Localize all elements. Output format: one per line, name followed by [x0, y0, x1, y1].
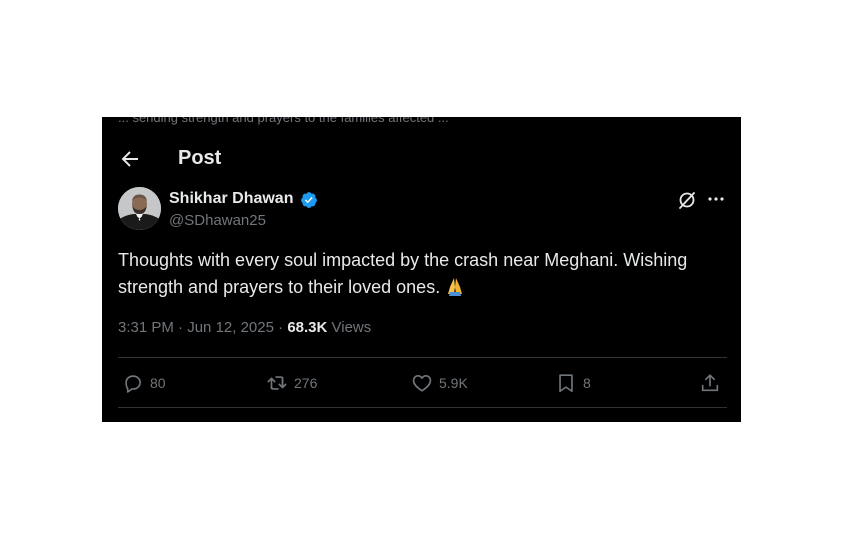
tweet-text: Thoughts with every soul impacted by the… [118, 247, 728, 301]
grok-icon [679, 192, 695, 209]
verified-badge-icon [301, 192, 317, 208]
folded-hands-icon [448, 278, 463, 296]
views-label: Views [331, 319, 372, 336]
back-button[interactable] [118, 147, 142, 171]
post-header: Post [102, 143, 741, 175]
share-icon [701, 374, 719, 392]
bookmark-icon [559, 374, 573, 393]
share-button[interactable] [699, 370, 721, 396]
post-meta: 3:31 PM · Jun 12, 2025 · 68.3K Views [118, 319, 371, 336]
bookmark-count: 8 [583, 375, 591, 391]
bookmark-button[interactable]: 8 [555, 370, 591, 396]
post-panel: ... sending strength and prayers to the … [102, 117, 741, 422]
author-name[interactable]: Shikhar Dhawan [169, 190, 293, 208]
reply-count: 80 [150, 375, 166, 391]
meta-separator: · [178, 319, 184, 336]
heart-icon [412, 375, 432, 392]
meta-separator: · [278, 319, 284, 336]
folded-hands-emoji [444, 274, 466, 301]
verified-badge [300, 191, 318, 209]
reply-icon [125, 375, 141, 393]
previous-content-fragment: ... sending strength and prayers to the … [118, 117, 449, 125]
avatar[interactable] [118, 187, 161, 230]
divider-top [118, 357, 727, 358]
page-title: Post [178, 147, 222, 169]
post-time[interactable]: 3:31 PM [118, 319, 174, 336]
avatar-image [118, 187, 161, 230]
repost-button[interactable]: 276 [266, 370, 317, 396]
repost-count: 276 [294, 375, 318, 391]
more-horizontal-icon [708, 197, 724, 201]
like-count: 5.9K [439, 375, 468, 391]
author-handle[interactable]: @SDhawan25 [169, 212, 266, 229]
reply-button[interactable]: 80 [122, 370, 166, 396]
tweet-body: Thoughts with every soul impacted by the… [118, 250, 688, 297]
grok-button[interactable] [677, 190, 697, 210]
arrow-left-icon [121, 151, 138, 167]
like-button[interactable]: 5.9K [411, 370, 468, 396]
divider-bottom [118, 407, 727, 408]
post-date[interactable]: Jun 12, 2025 [187, 319, 274, 336]
more-button[interactable] [706, 189, 726, 209]
views-count[interactable]: 68.3K [287, 319, 327, 336]
action-bar: 80 276 5.9K 8 [118, 367, 727, 399]
repost-icon [267, 376, 287, 390]
